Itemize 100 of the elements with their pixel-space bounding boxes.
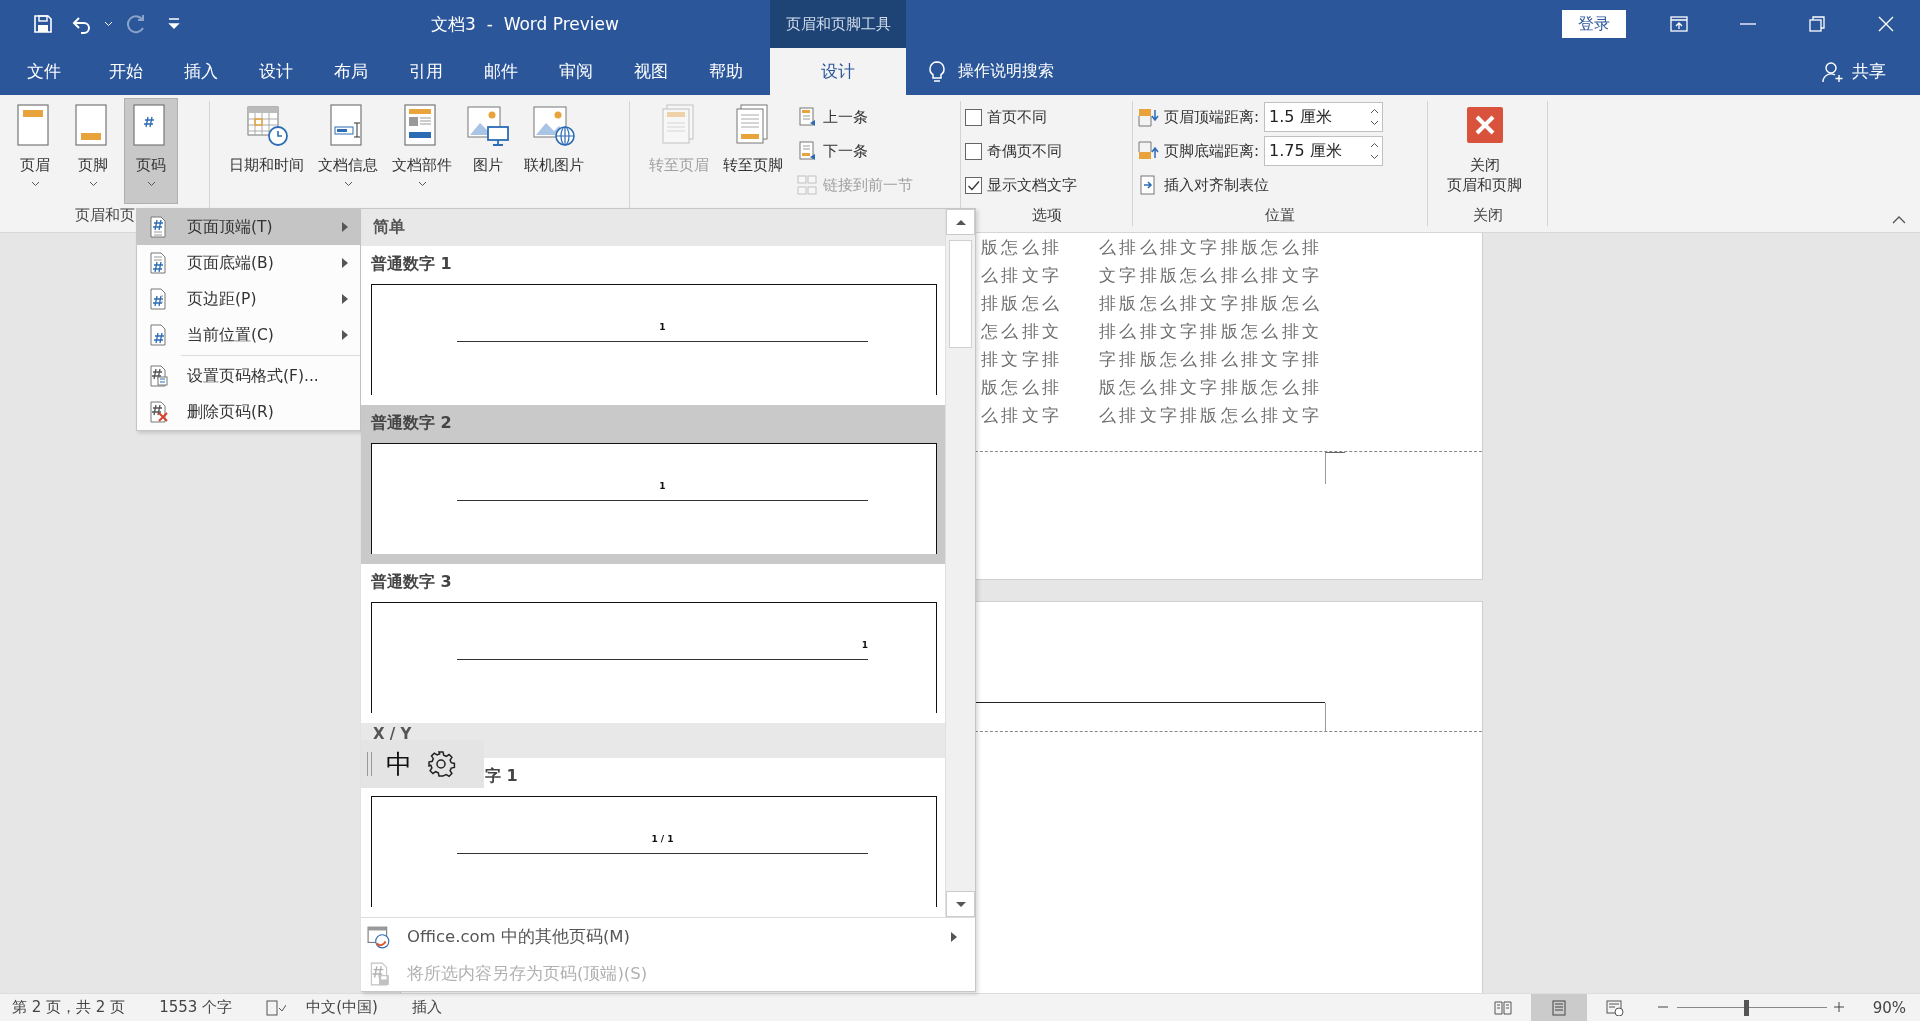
- collapse-ribbon-icon[interactable]: [1892, 215, 1906, 224]
- checkbox-label: 显示文档文字: [987, 175, 1077, 195]
- ribbon-tab[interactable]: 插入: [163, 48, 238, 95]
- document-text: 怎么排文: [981, 319, 1064, 343]
- page-number-sample: 1: [659, 481, 666, 491]
- menu-item[interactable]: 删除页码(R): [137, 394, 360, 430]
- gallery-heading: 简单: [361, 209, 945, 246]
- plus-icon: [1832, 1000, 1845, 1013]
- ribbon-tab[interactable]: 视图: [613, 48, 688, 95]
- restore-icon: [1807, 15, 1826, 33]
- page-number-icon: [147, 288, 169, 310]
- ribbon-tab[interactable]: 布局: [313, 48, 388, 95]
- checkbox-label: 奇偶页不同: [987, 141, 1062, 161]
- ribbon-tab[interactable]: 帮助: [688, 48, 763, 95]
- redo-icon: [125, 13, 147, 35]
- group-label: 关闭: [1472, 205, 1503, 225]
- lightbulb-icon: [926, 59, 948, 84]
- submenu-arrow-icon: [342, 294, 348, 304]
- ribbon-tab[interactable]: 开始: [88, 48, 163, 95]
- share-button[interactable]: 共享: [1816, 48, 1892, 95]
- page-format-icon: [147, 365, 169, 387]
- window-title: 文档3 - Word Preview: [430, 12, 620, 36]
- page-icon: [1549, 999, 1568, 1016]
- input-mode-status[interactable]: 插入: [411, 998, 442, 1017]
- document-text: 排文字排: [981, 347, 1064, 371]
- sign-in-button[interactable]: 登录: [1562, 10, 1626, 38]
- checkmark-icon: [967, 178, 980, 192]
- submenu-arrow-icon: [342, 330, 348, 340]
- grip-handle[interactable]: [367, 752, 372, 776]
- menu-item[interactable]: Office.com 中的其他页码(M): [361, 918, 975, 955]
- document-text: 排版怎么: [981, 291, 1064, 315]
- ribbon-button[interactable]: 插入对齐制表位: [1133, 168, 1388, 202]
- contextual-tab-group: 页眉和页脚工具: [770, 0, 906, 48]
- word-count: 1553 个字: [159, 998, 233, 1017]
- settings-icon[interactable]: [426, 749, 456, 779]
- ribbon-tab[interactable]: 文件: [0, 48, 88, 95]
- caret-down-icon: [954, 900, 967, 908]
- ribbon-tab[interactable]: 引用: [388, 48, 463, 95]
- caret-icon: [417, 181, 427, 187]
- submenu-arrow-icon: [342, 258, 348, 268]
- ribbon-button[interactable]: 页码: [124, 98, 178, 204]
- scroll-up-button[interactable]: [946, 209, 975, 235]
- checkbox-label: 首页不同: [987, 107, 1047, 127]
- caret-up-icon: [954, 218, 967, 226]
- picture-globe-icon: [532, 103, 576, 147]
- document-text: 么排文字排版怎么排文字: [1099, 403, 1323, 427]
- spin-arrows-icon[interactable]: [1370, 107, 1380, 127]
- page-delete-icon: [147, 401, 169, 423]
- page-number-sample: 1: [861, 640, 868, 650]
- calendar-clock-icon: [244, 103, 289, 147]
- spin-arrows-icon[interactable]: [1370, 141, 1380, 161]
- scroll-thumb[interactable]: [949, 240, 972, 348]
- ribbon-button[interactable]: 图片: [461, 98, 515, 204]
- ribbon-tab[interactable]: 审阅: [538, 48, 613, 95]
- document-text: 版怎么排: [981, 375, 1064, 399]
- page-arrow-icon: [796, 106, 818, 128]
- open-book-icon: [1493, 999, 1512, 1016]
- ribbon-button[interactable]: 关闭 页眉和页脚: [1442, 98, 1527, 204]
- ribbon-button[interactable]: 上一条: [792, 100, 917, 134]
- checkbox[interactable]: [965, 108, 982, 126]
- gallery-item[interactable]: 普通数字 2 1: [361, 405, 945, 564]
- minimize-icon: [1739, 23, 1756, 25]
- crop-mark: [1325, 703, 1326, 731]
- caret-icon: [30, 181, 40, 187]
- language-status[interactable]: 中文(中国): [306, 998, 378, 1017]
- ribbon-button[interactable]: 文档信息: [313, 98, 383, 204]
- ribbon-button[interactable]: 转至页脚: [718, 98, 788, 204]
- spin-field[interactable]: 1.75 厘米: [1264, 136, 1384, 166]
- ribbon-tab[interactable]: 设计: [238, 48, 313, 95]
- document-text: 排版怎么排文字排版怎么: [1099, 291, 1323, 315]
- ribbon-button[interactable]: 下一条: [792, 134, 917, 168]
- scroll-down-button[interactable]: [946, 891, 975, 917]
- page-arrow-icon: [796, 140, 818, 162]
- menu-item[interactable]: 设置页码格式(F)...: [137, 358, 360, 394]
- caret-icon: [88, 181, 98, 187]
- spin-field[interactable]: 1.5 厘米: [1264, 102, 1384, 132]
- document-text: 版怎么排: [981, 235, 1064, 259]
- group-label: 选项: [1031, 205, 1062, 225]
- ribbon-button[interactable]: 页眉: [8, 98, 62, 204]
- ribbon-button[interactable]: 页脚: [66, 98, 120, 204]
- document-text: 么排么排文字排版怎么排: [1099, 235, 1323, 259]
- page-count: 第 2 页，共 2 页: [12, 998, 126, 1017]
- ribbon-tab[interactable]: 设计: [770, 48, 906, 95]
- ribbon-button[interactable]: 日期和时间: [224, 98, 309, 204]
- zoom-level[interactable]: 90%: [1872, 998, 1906, 1017]
- menu-item[interactable]: 页面底端(B): [137, 245, 360, 281]
- checkbox[interactable]: [965, 176, 982, 194]
- zoom-thumb[interactable]: [1743, 999, 1749, 1016]
- menu-item[interactable]: 当前位置(C): [137, 317, 360, 353]
- proofing-icon[interactable]: [266, 998, 287, 1017]
- ribbon-button[interactable]: 文档部件: [387, 98, 457, 204]
- menu-item[interactable]: 页面顶端(T): [137, 209, 360, 245]
- tell-me-search[interactable]: 操作说明搜索: [958, 61, 1054, 82]
- menu-item[interactable]: 页边距(P): [137, 281, 360, 317]
- ribbon-display-icon: [1669, 15, 1688, 33]
- ribbon-tab[interactable]: 邮件: [463, 48, 538, 95]
- ribbon-button[interactable]: 联机图片: [519, 98, 589, 204]
- caret-icon[interactable]: [104, 21, 113, 27]
- checkbox[interactable]: [965, 142, 982, 160]
- document-text: 排么排文字排版怎么排文: [1099, 319, 1323, 343]
